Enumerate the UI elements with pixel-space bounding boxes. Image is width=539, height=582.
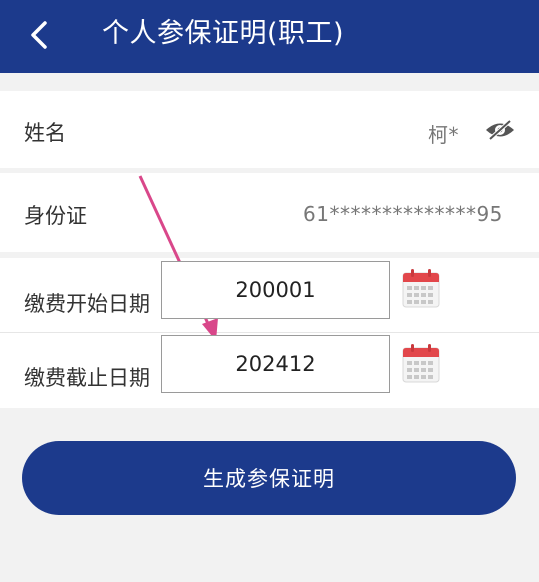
id-card-row: 身份证 61**************95: [0, 173, 539, 252]
end-date-input[interactable]: 202412: [161, 335, 390, 393]
divider: [0, 332, 539, 333]
chevron-left-icon: [31, 21, 47, 49]
id-card-label: 身份证: [24, 204, 87, 228]
calendar-icon[interactable]: [402, 343, 440, 383]
name-value: 柯*: [428, 123, 459, 147]
start-date-label: 缴费开始日期: [24, 292, 150, 316]
name-label: 姓名: [24, 121, 66, 145]
end-date-label: 缴费截止日期: [24, 366, 150, 390]
name-row: 姓名 柯*: [0, 91, 539, 168]
back-button[interactable]: [14, 10, 64, 60]
id-card-value: 61**************95: [303, 202, 503, 226]
page: 个人参保证明(职工) 姓名 柯* 身份证 61**************95 …: [0, 0, 539, 582]
page-title: 个人参保证明(职工): [102, 18, 345, 49]
app-header: 个人参保证明(职工): [0, 0, 539, 73]
eye-slash-icon[interactable]: [484, 119, 516, 141]
generate-certificate-button[interactable]: 生成参保证明: [22, 441, 516, 515]
start-date-input[interactable]: 200001: [161, 261, 390, 319]
calendar-icon[interactable]: [402, 268, 440, 308]
